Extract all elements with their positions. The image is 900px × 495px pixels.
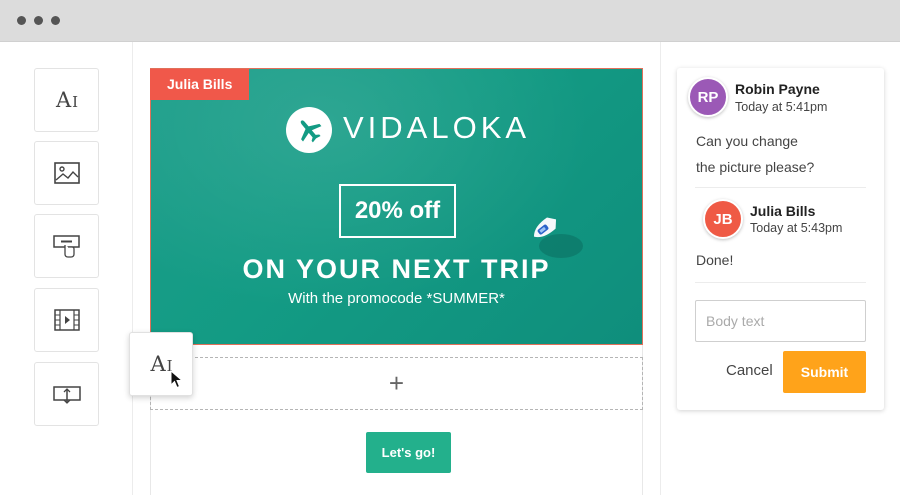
avatar: JB xyxy=(703,199,743,239)
comment-author: Robin Payne xyxy=(735,81,820,97)
window-control-dot[interactable] xyxy=(51,16,60,25)
video-tool[interactable] xyxy=(34,288,99,352)
boat-image xyxy=(533,217,583,258)
comment-author: Julia Bills xyxy=(750,203,816,219)
panel-divider xyxy=(660,42,661,495)
dragged-text-tool[interactable]: AI xyxy=(129,332,193,396)
comment-time: Today at 5:43pm xyxy=(750,221,843,235)
image-icon xyxy=(53,162,80,184)
brand-name: VIDALOKA xyxy=(343,110,531,145)
cta-button[interactable]: Let's go! xyxy=(366,432,451,473)
spacer-tool[interactable] xyxy=(34,362,99,426)
comment-time: Today at 5:41pm xyxy=(735,100,828,114)
window-titlebar xyxy=(0,0,900,42)
comment-message: Can you change the picture please? xyxy=(696,133,815,175)
window-control-dot[interactable] xyxy=(17,16,26,25)
comment-divider xyxy=(695,282,866,283)
plane-logo-icon xyxy=(286,107,332,153)
text-icon: AI xyxy=(55,88,78,112)
text-tool[interactable]: AI xyxy=(34,68,99,132)
image-tool[interactable] xyxy=(34,141,99,205)
avatar: RP xyxy=(688,77,728,117)
mouse-pointer-icon xyxy=(170,370,183,389)
spacer-icon xyxy=(52,386,81,404)
comment-input[interactable] xyxy=(695,300,866,342)
editing-user-tag: Julia Bills xyxy=(150,69,250,100)
promo-badge: 20% off xyxy=(339,184,456,238)
button-tool[interactable] xyxy=(34,214,99,278)
add-block-dropzone[interactable]: + xyxy=(150,357,643,410)
subline: With the promocode *SUMMER* xyxy=(288,290,505,307)
cancel-button[interactable]: Cancel xyxy=(726,362,773,379)
comment-divider xyxy=(695,187,866,188)
window-control-dot[interactable] xyxy=(34,16,43,25)
toolbar-divider xyxy=(132,42,133,495)
text-icon: AI xyxy=(150,352,172,376)
button-icon xyxy=(52,235,80,258)
comment-message: Done! xyxy=(696,252,734,268)
video-icon xyxy=(53,309,80,331)
submit-button[interactable]: Submit xyxy=(783,351,866,393)
add-icon: + xyxy=(388,368,405,398)
